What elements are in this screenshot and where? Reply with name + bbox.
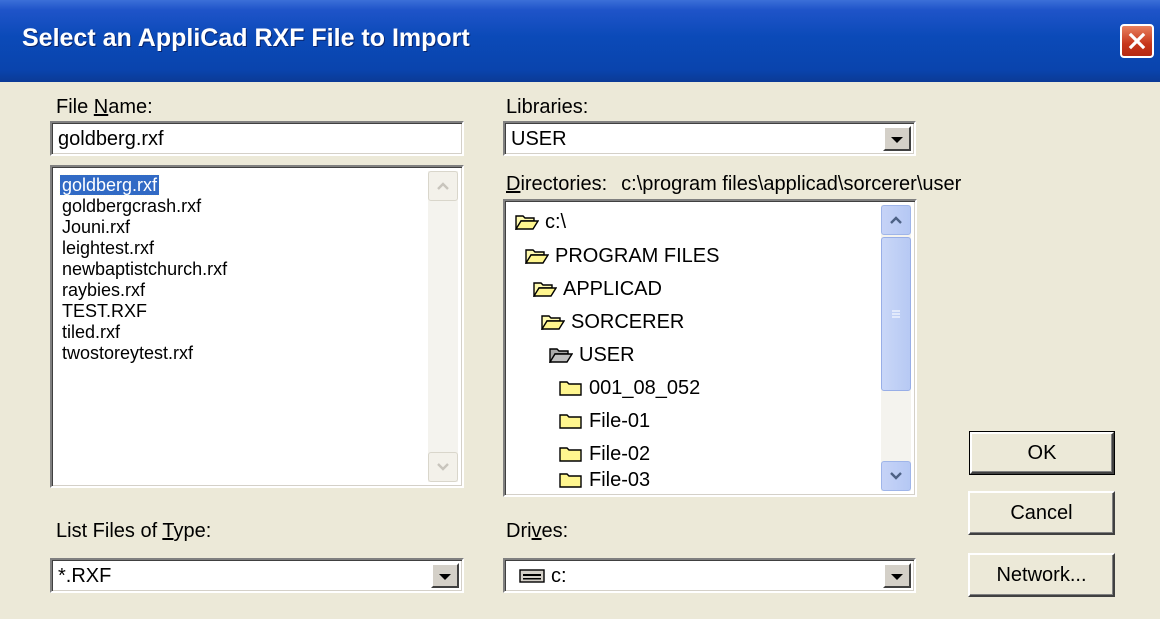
- open-folder-current-icon: [549, 348, 573, 363]
- directory-item[interactable]: APPLICAD: [533, 274, 662, 304]
- list-item[interactable]: raybies.rxf: [62, 280, 145, 300]
- chevron-down-icon: [890, 472, 902, 480]
- chevron-down-icon: [437, 463, 449, 471]
- chevron-down-icon: [891, 573, 903, 580]
- folder-icon: [559, 381, 582, 396]
- drive-icon: [519, 569, 545, 583]
- directory-item[interactable]: 001_08_052: [559, 373, 700, 403]
- directory-item[interactable]: c:\: [515, 207, 566, 237]
- list-item[interactable]: TEST.RXF: [62, 301, 147, 321]
- list-item[interactable]: newbaptistchurch.rxf: [62, 259, 227, 279]
- libraries-dropdown-button[interactable]: [883, 126, 911, 151]
- chevron-down-icon: [439, 573, 451, 580]
- directory-item[interactable]: File-03: [559, 465, 650, 495]
- file-name-label: File Name:: [56, 96, 153, 118]
- file-list[interactable]: goldberg.rxf goldbergcrash.rxf Jouni.rxf…: [50, 165, 464, 488]
- scroll-thumb[interactable]: [881, 237, 911, 391]
- folder-icon: [559, 447, 582, 462]
- open-folder-icon: [515, 215, 539, 230]
- chevron-up-icon: [437, 182, 449, 190]
- directory-scrollbar[interactable]: [881, 205, 911, 491]
- libraries-select[interactable]: USER: [503, 121, 916, 156]
- drives-dropdown-button[interactable]: [883, 563, 911, 588]
- folder-icon: [559, 414, 582, 429]
- title-bar[interactable]: Select an AppliCad RXF File to Import: [0, 0, 1160, 82]
- directory-tree[interactable]: c:\ PROGRAM FILES APPLICAD SORCERER USER…: [503, 199, 917, 497]
- libraries-label: Libraries:: [506, 96, 589, 118]
- directory-item-current[interactable]: USER: [549, 340, 635, 370]
- network-button[interactable]: Network...: [968, 553, 1115, 597]
- scroll-down-button[interactable]: [428, 452, 458, 482]
- file-type-dropdown-button[interactable]: [431, 563, 459, 588]
- open-folder-icon: [541, 315, 565, 330]
- scroll-up-button[interactable]: [881, 205, 911, 235]
- chevron-down-icon: [891, 136, 903, 143]
- file-name-input[interactable]: goldberg.rxf: [50, 121, 464, 156]
- directory-item[interactable]: SORCERER: [541, 307, 684, 337]
- libraries-value: USER: [511, 128, 567, 150]
- list-item[interactable]: Jouni.rxf: [62, 217, 130, 237]
- list-item[interactable]: tiled.rxf: [62, 322, 120, 342]
- cancel-button[interactable]: Cancel: [968, 491, 1115, 535]
- drives-label: Drives:: [506, 520, 569, 542]
- file-type-select[interactable]: *.RXF: [50, 558, 464, 593]
- close-button[interactable]: [1120, 24, 1154, 58]
- file-type-value: *.RXF: [58, 565, 112, 587]
- grip-icon: [892, 310, 900, 318]
- file-type-label: List Files of Type:: [56, 520, 212, 542]
- directory-item[interactable]: PROGRAM FILES: [525, 241, 719, 271]
- open-folder-icon: [533, 282, 557, 297]
- directory-item[interactable]: File-01: [559, 406, 650, 436]
- directories-label: Directories: c:\program files\applicad\so…: [506, 173, 962, 195]
- scroll-up-button[interactable]: [428, 171, 458, 201]
- list-item[interactable]: leightest.rxf: [62, 238, 154, 258]
- dialog-window: Select an AppliCad RXF File to Import Fi…: [0, 0, 1160, 619]
- list-item[interactable]: twostoreytest.rxf: [62, 343, 193, 363]
- window-title: Select an AppliCad RXF File to Import: [22, 24, 470, 52]
- file-list-scrollbar[interactable]: [428, 171, 458, 482]
- open-folder-icon: [525, 249, 549, 264]
- scroll-down-button[interactable]: [881, 461, 911, 491]
- directories-path: c:\program files\applicad\sorcerer\user: [621, 173, 962, 195]
- file-name-value: goldberg.rxf: [58, 128, 164, 150]
- drives-value: c:: [551, 565, 567, 587]
- ok-button[interactable]: OK: [969, 431, 1115, 475]
- chevron-up-icon: [890, 216, 902, 224]
- list-item[interactable]: goldberg.rxf: [58, 174, 161, 196]
- folder-icon: [559, 473, 582, 488]
- drives-select[interactable]: c:: [503, 558, 916, 593]
- list-item[interactable]: goldbergcrash.rxf: [62, 196, 201, 216]
- close-icon: [1128, 32, 1146, 50]
